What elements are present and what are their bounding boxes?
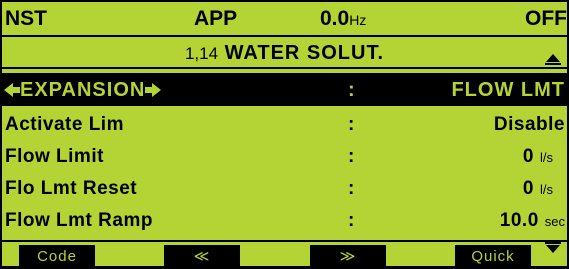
param-value-text: 0 [522, 146, 534, 167]
frequency-unit: Hz [349, 12, 367, 28]
selected-row-expansion[interactable]: EXPANSION : FLOW LMT [2, 73, 567, 106]
param-label: Flow Lmt Ramp [5, 210, 153, 231]
param-separator: : [348, 146, 355, 167]
param-separator: : [348, 114, 355, 135]
next-softkey[interactable]: ≫ [310, 245, 386, 269]
app-indicator: APP [194, 7, 238, 30]
param-label: Flow Limit [5, 146, 104, 167]
selected-label: EXPANSION [4, 79, 162, 102]
menu-title-text: WATER SOLUT. [224, 42, 385, 64]
menu-title-bar: 1,14 WATER SOLUT. [2, 37, 567, 69]
param-row-flow-lmt-ramp[interactable]: Flow Lmt Ramp : 10.0 sec [2, 205, 567, 237]
selected-value: FLOW LMT [451, 79, 565, 101]
previous-softkey[interactable]: ≪ [164, 245, 240, 269]
param-row-flo-lmt-reset[interactable]: Flo Lmt Reset : 0 l/s [2, 173, 567, 205]
frequency-value: 0.0 [320, 7, 350, 30]
param-unit: sec [544, 214, 565, 229]
triangle-down-icon[interactable] [545, 242, 561, 254]
selected-separator: : [348, 79, 356, 101]
param-label: Flo Lmt Reset [5, 178, 138, 199]
param-unit: l/s [540, 150, 553, 165]
frequency-readout: 0.0Hz [320, 7, 366, 31]
param-value: 0 l/s [523, 178, 553, 200]
param-value: Disable [494, 114, 565, 136]
param-value-text: Disable [493, 114, 565, 135]
softkey-bar: Code ≪ ≫ Quick [2, 240, 567, 269]
arrow-left-icon [4, 83, 20, 97]
param-value: 0 l/s [523, 146, 553, 168]
param-value-text: 0 [522, 178, 534, 199]
selected-label-text: EXPANSION [20, 79, 146, 101]
status-header: NST APP 0.0Hz OFF [2, 2, 567, 37]
param-value: 10.0 sec [500, 210, 565, 232]
param-value-text: 10.0 [499, 210, 539, 231]
triangle-up-icon[interactable] [545, 53, 561, 65]
param-separator: : [348, 210, 355, 231]
run-status: OFF [525, 7, 567, 30]
code-softkey[interactable]: Code [19, 245, 95, 269]
param-row-activate-lim[interactable]: Activate Lim : Disable [2, 109, 567, 141]
drive-display: NST APP 0.0Hz OFF 1,14 WATER SOLUT. EXPA… [0, 0, 569, 269]
param-label: Activate Lim [5, 114, 124, 135]
menu-title: 1,14 WATER SOLUT. [2, 42, 567, 65]
arrow-right-icon [145, 83, 162, 97]
param-separator: : [348, 178, 355, 199]
param-row-flow-limit[interactable]: Flow Limit : 0 l/s [2, 141, 567, 173]
quick-softkey[interactable]: Quick [455, 245, 531, 269]
nst-indicator: NST [5, 7, 47, 30]
param-unit: l/s [540, 182, 553, 197]
menu-number: 1,14 [184, 44, 219, 63]
